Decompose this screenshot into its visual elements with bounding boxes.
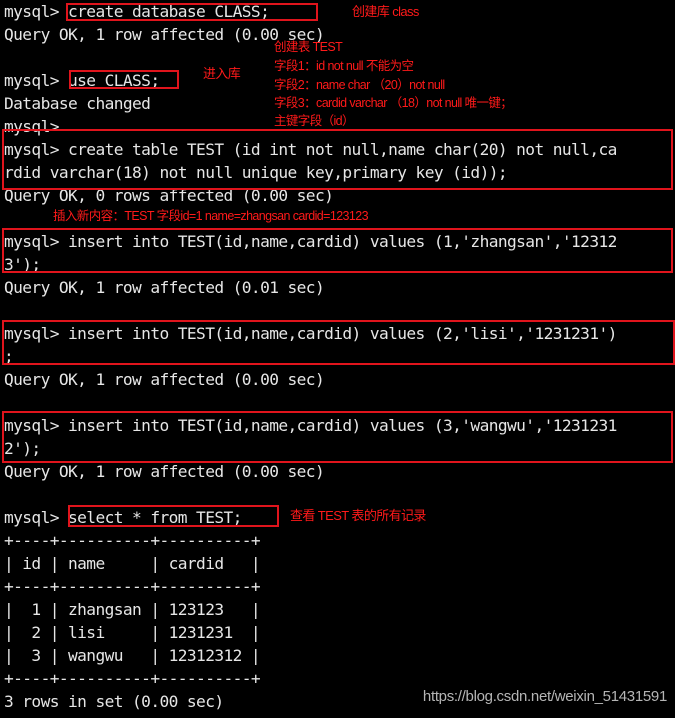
terminal-window[interactable]: mysql> create database CLASS; Query OK, … (0, 0, 675, 718)
highlight-insert-1 (2, 228, 673, 273)
table-header-row: | id | name | cardid | (4, 554, 261, 573)
annotation-create-db: 创建库 class (352, 4, 419, 19)
annotation-field-3: 字段3：cardid varchar （18）not null 唯一键； (274, 96, 513, 110)
table-row: | 1 | zhangsan | 123123 | (4, 600, 261, 619)
highlight-create-table (2, 129, 673, 190)
highlight-insert-2 (2, 320, 675, 365)
table-row: | 2 | lisi | 1231231 | (4, 623, 261, 642)
table-border: +----+----------+----------+ (4, 669, 261, 688)
annotation-create-table-title: 创建表 TEST (274, 40, 343, 54)
highlight-create-database (66, 3, 318, 21)
annotation-field-1: 字段1：id not null 不能为空 (274, 59, 414, 73)
table-border: +----+----------+----------+ (4, 577, 261, 596)
annotation-use-db: 进入库 (203, 66, 241, 81)
annotation-insert: 插入新内容：TEST 字段id=1 name=zhangsan cardid=1… (53, 209, 369, 223)
highlight-insert-3 (2, 411, 673, 463)
terminal-line: Query OK, 1 row affected (0.00 sec) (4, 370, 325, 389)
watermark-url: https://blog.csdn.net/weixin_51431591 (422, 688, 667, 705)
annotation-select: 查看 TEST 表的所有记录 (290, 508, 426, 523)
annotation-primary-key: 主键字段（id） (274, 114, 355, 128)
table-border: +----+----------+----------+ (4, 531, 261, 550)
highlight-use-class (69, 70, 179, 89)
table-row: | 3 | wangwu | 12312312 | (4, 646, 261, 665)
highlight-select (68, 505, 279, 527)
terminal-line: Query OK, 1 row affected (0.01 sec) (4, 278, 325, 297)
result-summary: 3 rows in set (0.00 sec) (4, 692, 224, 711)
terminal-line: Query OK, 1 row affected (0.00 sec) (4, 462, 325, 481)
terminal-line: Database changed (4, 94, 151, 113)
annotation-field-2: 字段2：name char （20）not null (274, 78, 445, 92)
